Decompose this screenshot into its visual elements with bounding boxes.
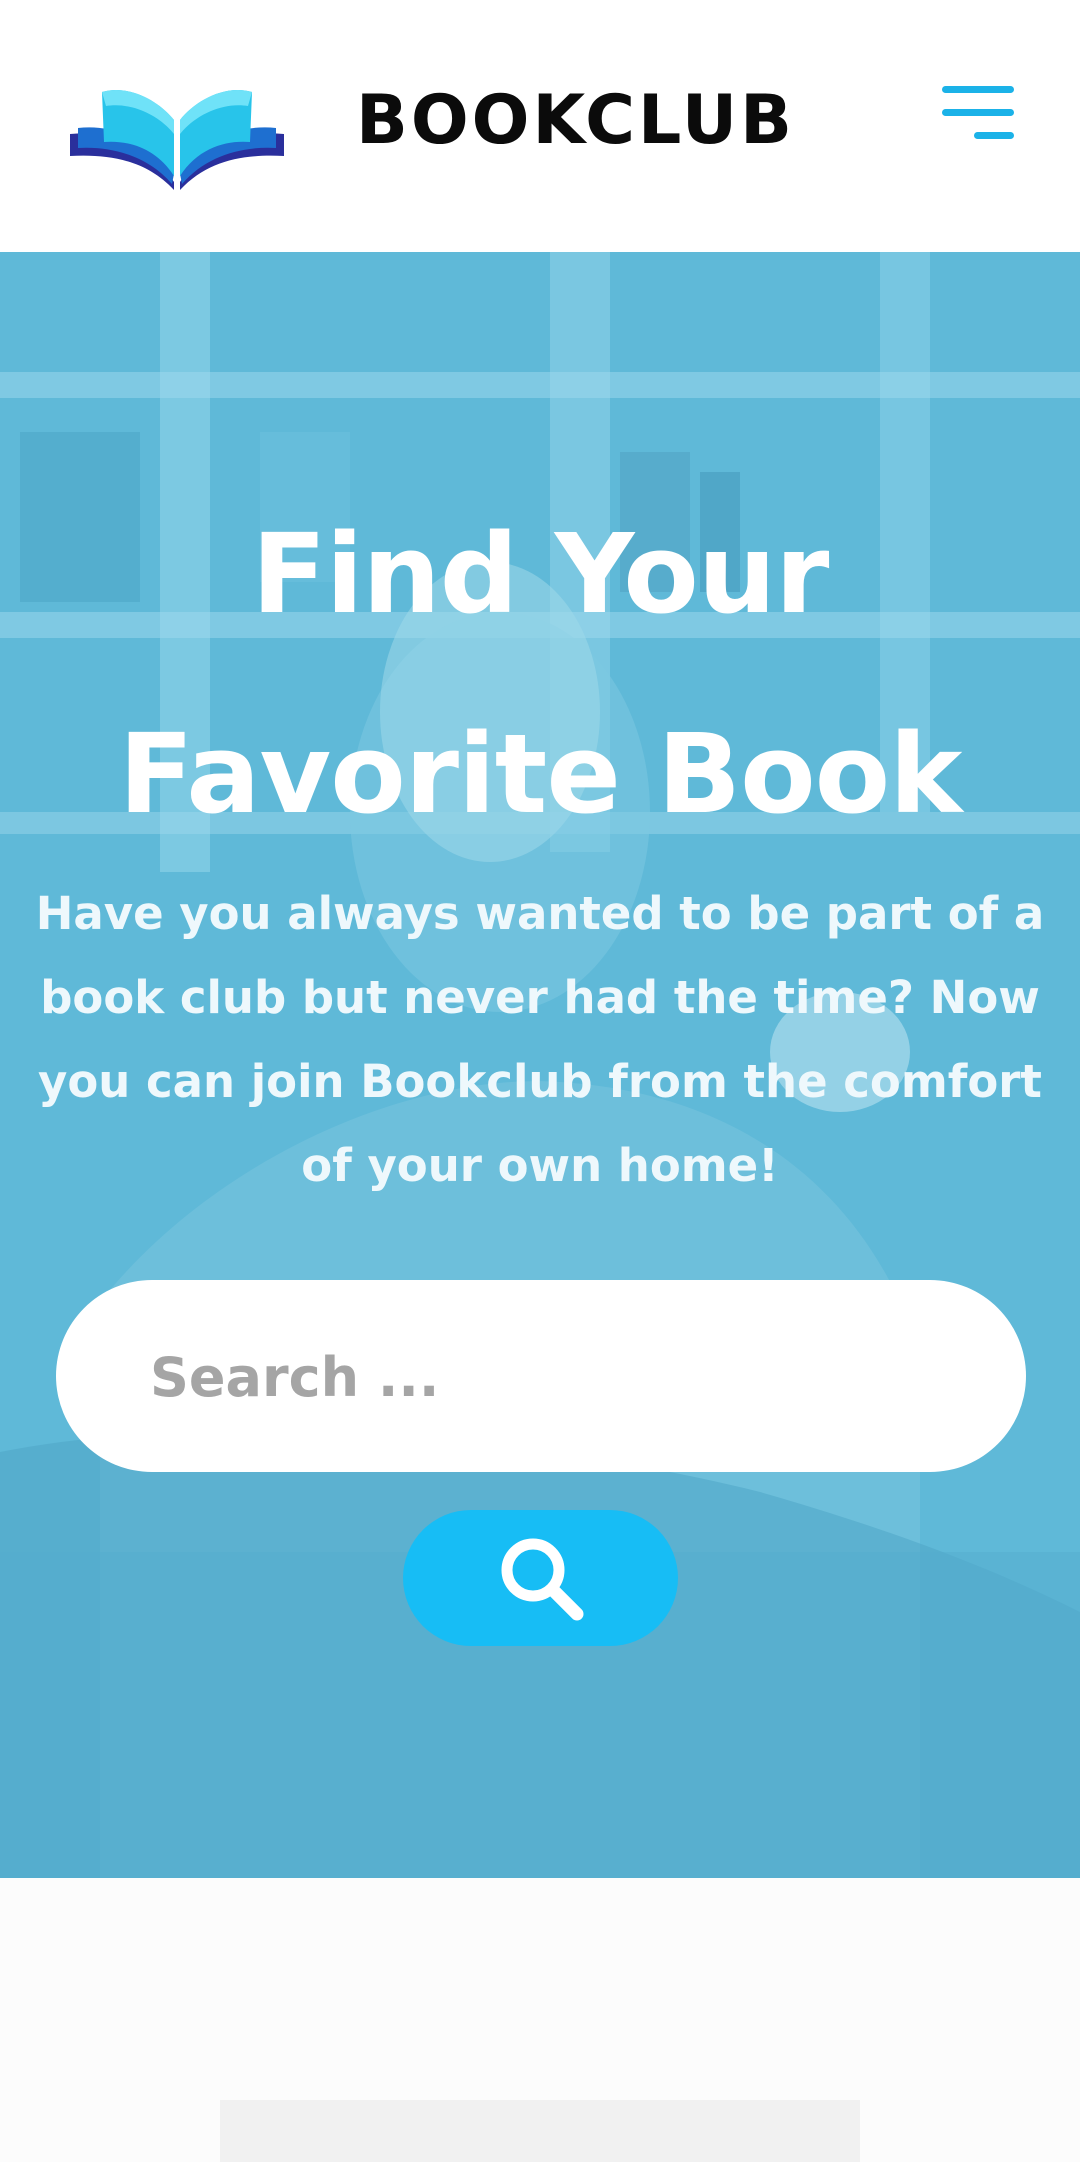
content-placeholder [220,2100,860,2162]
logo[interactable] [68,84,286,190]
hero-title: Find Your Favorite Book [118,510,963,838]
hero-subtitle: Have you always wanted to be part of a b… [35,887,1045,1192]
menu-button[interactable] [938,82,1018,146]
search-bar [56,1280,1026,1474]
search-button[interactable] [403,1510,678,1646]
brand-name[interactable]: BOOKCLUB [356,80,795,162]
hamburger-menu-icon [942,86,1014,139]
site-header: BOOKCLUB [0,0,1080,252]
open-book-icon [70,90,284,190]
hero-section: Find Your Favorite Book Have you always … [0,252,1080,1878]
search-icon [501,1538,584,1621]
search-input[interactable] [148,1280,992,1474]
